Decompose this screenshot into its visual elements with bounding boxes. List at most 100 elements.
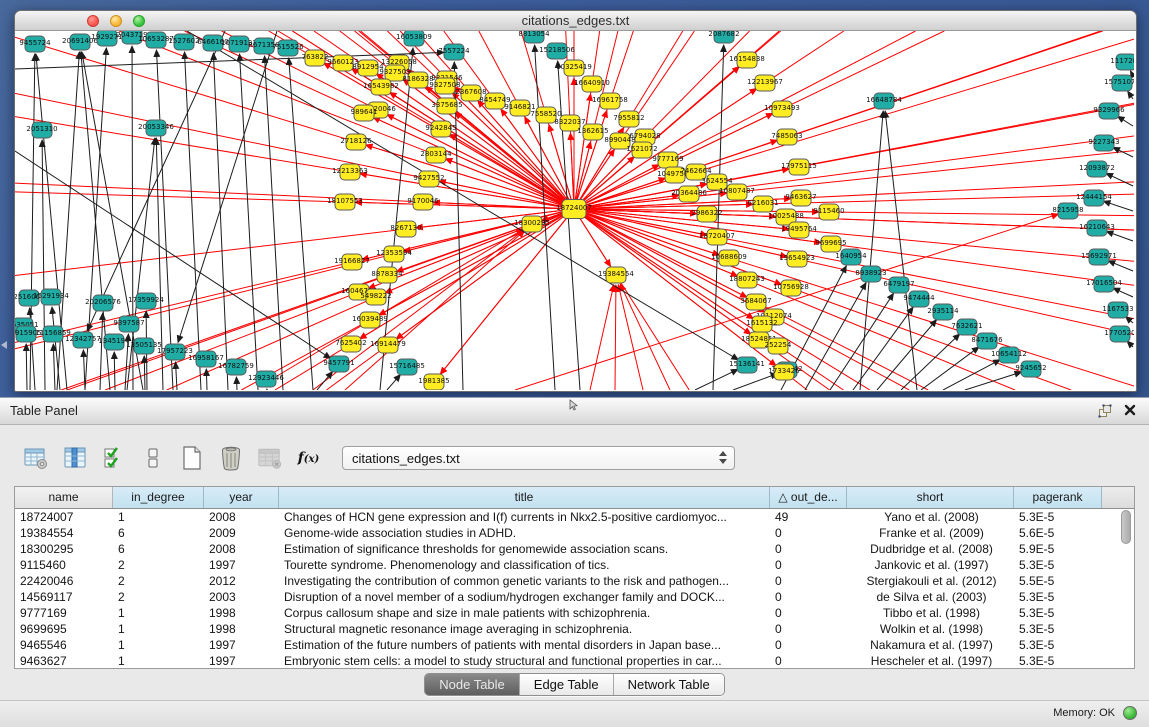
graph-node[interactable]: 12923446 — [248, 371, 284, 387]
graph-node[interactable]: 12353594 — [376, 246, 412, 262]
table-vertical-scrollbar[interactable] — [1120, 510, 1132, 666]
graph-node[interactable]: 9474444 — [903, 291, 935, 307]
graph-node[interactable]: 15751074 — [1104, 75, 1134, 91]
graph-node[interactable]: 9397587 — [113, 316, 144, 332]
delete-button[interactable] — [217, 444, 244, 471]
graph-node[interactable]: 19654923 — [779, 251, 815, 267]
graph-node[interactable]: 9242845 — [425, 121, 456, 137]
graph-node[interactable]: 15218506 — [539, 43, 575, 59]
graph-node[interactable]: 7485063 — [771, 129, 802, 145]
graph-node[interactable]: 16782759 — [218, 359, 254, 375]
graph-node[interactable]: 12213363 — [332, 164, 368, 180]
graph-node[interactable]: 10756928 — [773, 280, 809, 296]
table-row[interactable]: 911546021997Tourette syndrome. Phenomeno… — [15, 557, 1134, 573]
graph-node[interactable]: 252254 — [765, 338, 792, 354]
close-panel-icon[interactable] — [1123, 403, 1137, 417]
graph-node[interactable]: 16154838 — [729, 52, 765, 68]
table-row[interactable]: 1830029562008Estimation of significance … — [15, 541, 1134, 557]
graph-node[interactable]: 20206576 — [85, 295, 121, 311]
graph-node[interactable]: 8813054 — [518, 31, 550, 43]
column-header-in_degree[interactable]: in_degree — [113, 487, 204, 508]
new-table-button[interactable] — [178, 444, 205, 471]
graph-node[interactable]: 2803144 — [420, 147, 452, 163]
column-header-name[interactable]: name — [15, 487, 113, 508]
graph-node[interactable]: 16648784 — [866, 93, 902, 109]
graph-node[interactable]: 17975115 — [781, 159, 817, 175]
graph-node[interactable]: 12444154 — [1076, 190, 1112, 206]
graph-node[interactable]: 1770520 — [1104, 326, 1134, 342]
graph-node[interactable]: 19384554 — [598, 267, 634, 283]
apply-function-button[interactable]: f(x) — [295, 444, 322, 471]
split-divider-handle-icon[interactable] — [568, 399, 580, 411]
graph-node[interactable]: 8215958 — [1052, 203, 1083, 219]
graph-node[interactable]: 1640954 — [835, 249, 867, 265]
graph-node[interactable]: 18720407 — [699, 229, 735, 245]
table-row[interactable]: 946554611997Estimation of the future num… — [15, 637, 1134, 653]
graph-node[interactable]: 8878334 — [371, 267, 403, 283]
table-row[interactable]: 977716911998Corpus callosum shape and si… — [15, 605, 1134, 621]
graph-node[interactable]: 1167533 — [1102, 302, 1133, 318]
graph-node[interactable]: 763822 — [302, 50, 329, 66]
panel-collapse-arrow-icon[interactable] — [1, 341, 7, 349]
table-row[interactable]: 1872400712008Changes of HCN gene express… — [15, 509, 1134, 525]
graph-node[interactable]: 17359924 — [128, 293, 164, 309]
graph-node[interactable]: 16640910 — [574, 76, 610, 92]
scrollbar-thumb[interactable] — [1121, 510, 1131, 544]
network-canvas[interactable]: 1872400794557242069140619292712043719106… — [15, 31, 1134, 390]
graph-node[interactable]: 9170046 — [407, 194, 439, 210]
graph-node[interactable]: 16039489 — [352, 312, 388, 328]
graph-node[interactable]: 8471676 — [971, 333, 1003, 349]
graph-node[interactable]: 2087682 — [708, 31, 739, 43]
graph-node[interactable]: 16543982 — [363, 79, 399, 95]
graph-node[interactable]: 9699695 — [815, 236, 846, 252]
graph-node[interactable]: 10654112 — [991, 347, 1027, 363]
graph-node[interactable]: 12342757 — [65, 332, 101, 348]
graph-node[interactable]: 7632621 — [951, 319, 982, 335]
graph-node[interactable]: 9115460 — [813, 204, 844, 220]
graph-node[interactable]: 9329966 — [1093, 103, 1125, 119]
graph-node[interactable]: 9455724 — [19, 36, 51, 52]
graph-node[interactable]: 1117204 — [1110, 54, 1134, 70]
table-row[interactable]: 1456911722003Disruption of a novel membe… — [15, 589, 1134, 605]
graph-node[interactable]: 7955812 — [613, 111, 644, 127]
graph-node[interactable]: 16053809 — [396, 31, 432, 46]
graph-node[interactable]: 9245652 — [1015, 361, 1046, 377]
network-window-titlebar[interactable]: citations_edges.txt — [15, 11, 1136, 31]
graph-node[interactable]: 18107553 — [327, 194, 363, 210]
graph-node[interactable]: 7625402 — [335, 336, 366, 352]
graph-node[interactable]: 6216031 — [747, 196, 778, 212]
table-settings-button[interactable] — [22, 444, 49, 471]
graph-node[interactable]: 1615132 — [746, 316, 777, 332]
graph-node[interactable]: 7515526 — [272, 40, 304, 56]
graph-node[interactable]: 989641 — [351, 105, 378, 121]
graph-node[interactable]: 15716485 — [389, 359, 425, 375]
table-source-combobox[interactable]: citations_edges.txt — [342, 446, 735, 470]
column-header-pagerank[interactable]: pagerank — [1014, 487, 1102, 508]
tab-network-table[interactable]: Network Table — [613, 674, 724, 695]
column-header-out_de[interactable]: △ out_de... — [770, 487, 847, 508]
graph-node[interactable]: 16914479 — [370, 337, 406, 353]
graph-node[interactable]: 1527602 — [168, 34, 199, 50]
tab-edge-table[interactable]: Edge Table — [519, 674, 613, 695]
column-header-title[interactable]: title — [279, 487, 770, 508]
column-header-short[interactable]: short — [847, 487, 1014, 508]
graph-node[interactable]: 5498222 — [360, 289, 391, 305]
graph-node[interactable]: 6479197 — [883, 277, 914, 293]
graph-node[interactable]: 7557224 — [438, 44, 470, 60]
select-column-button[interactable] — [61, 444, 88, 471]
graph-node[interactable]: 2935114 — [927, 304, 959, 320]
table-row[interactable]: 1938455462009Genome-wide association stu… — [15, 525, 1134, 541]
graph-node[interactable]: 1981385 — [418, 374, 449, 390]
graph-node[interactable]: 8938923 — [855, 266, 886, 282]
graph-node[interactable]: 19495764 — [781, 222, 817, 238]
table-row[interactable]: 946362711997Embryonic stem cells: a mode… — [15, 653, 1134, 669]
graph-node[interactable]: 16961758 — [592, 93, 628, 109]
float-panel-icon[interactable] — [1097, 403, 1113, 419]
graph-node[interactable]: 16210643 — [1079, 220, 1115, 236]
column-header-year[interactable]: year — [204, 487, 279, 508]
graph-node[interactable]: 20053346 — [138, 120, 174, 136]
graph-node[interactable]: 9457791 — [323, 356, 354, 372]
graph-node[interactable]: 9427552 — [413, 171, 444, 187]
graph-node[interactable]: 10807487 — [719, 184, 755, 200]
table-row[interactable]: 969969511998Structural magnetic resonanc… — [15, 621, 1134, 637]
